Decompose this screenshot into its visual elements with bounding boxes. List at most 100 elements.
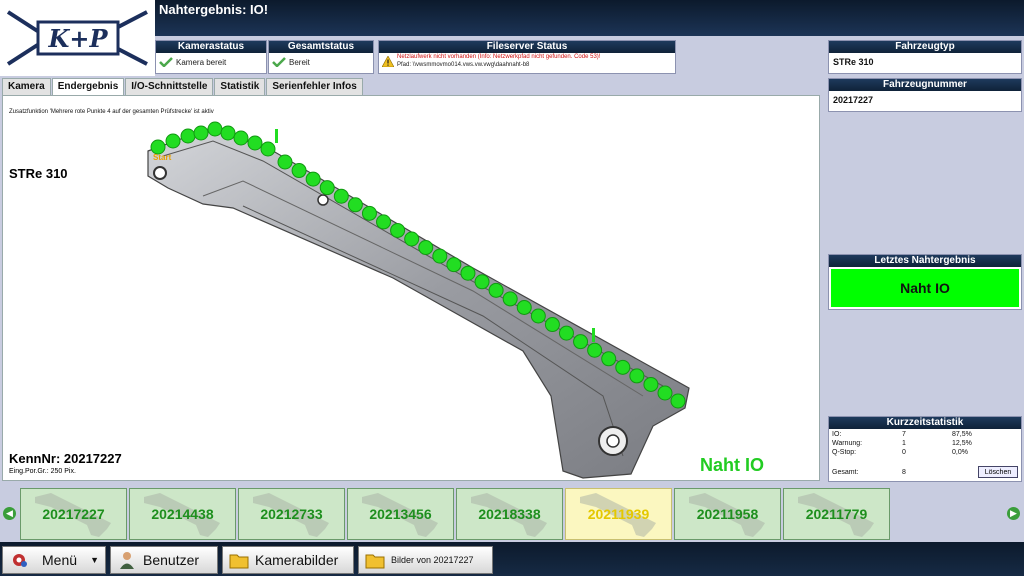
loeschen-button[interactable]: Löschen — [978, 466, 1018, 478]
thumbnail-label: 20212733 — [260, 506, 323, 522]
title-bar: Nahtergebnis: IO! — [155, 0, 1024, 36]
menu-label: Menü — [42, 552, 78, 568]
fileserver-path: Pfad: \\vwsmmovmo014.vws.vw.vwg\daahnaht… — [397, 62, 530, 68]
stat-row-warnung: Warnung: 1 12,5% — [832, 440, 1018, 449]
bilder-von-button[interactable]: Bilder von 20217227 — [358, 546, 493, 574]
kamerastatus-text: Kamera bereit — [176, 57, 227, 67]
seam-dot — [376, 214, 392, 230]
thumbnail-item[interactable]: 20213456 — [347, 488, 454, 540]
seam-dot — [601, 351, 617, 367]
thumbnail-label: 20217227 — [42, 506, 105, 522]
thumbnail-label: 20218338 — [478, 506, 541, 522]
seam-dot — [333, 188, 349, 204]
logo-text: K+P — [47, 24, 108, 53]
thumbnail-label: 20214438 — [151, 506, 214, 522]
seam-dot — [432, 248, 448, 264]
letztes-nahtergebnis-title: Letztes Nahtergebnis — [829, 255, 1021, 267]
seam-dot — [180, 128, 196, 144]
scroll-right-icon[interactable]: ▶ — [1007, 507, 1020, 520]
menu-button[interactable]: Menü ▼ — [2, 546, 106, 574]
user-icon — [120, 552, 134, 569]
thumbnail-item[interactable]: 20217227 — [20, 488, 127, 540]
seam-dot — [573, 334, 589, 350]
thumbnail-label: 20213456 — [369, 506, 432, 522]
seam-dot — [587, 342, 603, 358]
fileserver-title: Fileserver Status — [379, 41, 675, 53]
seam-dot — [474, 274, 490, 290]
stat-row-gesamt: Gesamt: 8 — [832, 469, 906, 476]
fahrzeugtyp-title: Fahrzeugtyp — [829, 41, 1021, 53]
tab-kamera[interactable]: Kamera — [2, 78, 51, 95]
stat-label: IO: — [832, 431, 842, 438]
seam-dot — [404, 231, 420, 247]
tab-statistik[interactable]: Statistik — [214, 78, 266, 95]
gesamtstatus-panel: Gesamtstatus Bereit — [268, 40, 374, 74]
thumbnail-item[interactable]: 20214438 — [129, 488, 236, 540]
seam-dot — [165, 133, 181, 149]
kp-logo: K+P — [0, 0, 155, 76]
thumbnail-item[interactable]: 20218338 — [456, 488, 563, 540]
letztes-nahtergebnis-value: Naht IO — [831, 269, 1019, 307]
seam-dot — [150, 139, 166, 155]
tab-io-schnittstelle[interactable]: I/O-Schnittstelle — [125, 78, 214, 95]
folder-icon — [229, 554, 249, 569]
thumbnail-label: 20211958 — [696, 506, 759, 522]
kamerastatus-panel: Kamerastatus Kamera bereit — [155, 40, 267, 74]
seam-dot — [347, 197, 363, 213]
seam-dot — [558, 325, 574, 341]
stat-count: 0 — [902, 449, 906, 456]
kurzzeitstatistik-panel: Kurzzeitstatistik IO: 7 87,5% Warnung: 1… — [828, 416, 1022, 482]
eing-label: Eing.Por.Gr.: 250 Pix. — [9, 468, 76, 475]
tab-bar: Kamera Endergebnis I/O-Schnittstelle Sta… — [2, 78, 364, 96]
seam-dot — [390, 222, 406, 238]
fahrzeugnummer-title: Fahrzeugnummer — [829, 79, 1021, 91]
seam-dot — [361, 205, 377, 221]
thumbnail-item[interactable]: 20212733 — [238, 488, 345, 540]
kennnr-label: KennNr: 20217227 — [9, 451, 122, 466]
check-icon — [159, 57, 173, 67]
kamerabilder-button[interactable]: Kamerabilder — [222, 546, 354, 574]
seam-dot — [233, 130, 249, 146]
benutzer-button[interactable]: Benutzer — [110, 546, 218, 574]
stat-pct: 0,0% — [952, 449, 968, 456]
naht-result: Naht IO — [700, 455, 765, 475]
stat-count: 7 — [902, 431, 906, 438]
seam-dot — [305, 171, 321, 187]
bilder-von-label: Bilder von 20217227 — [391, 555, 474, 565]
fahrzeugtyp-panel: Fahrzeugtyp STRe 310 — [828, 40, 1022, 74]
thumbnail-item[interactable]: 20211779 — [783, 488, 890, 540]
thumbnail-strip: ◀ 20217227 20214438 20212733 20213456 202183… — [0, 484, 1024, 542]
benutzer-label: Benutzer — [143, 552, 200, 568]
seam-dot — [670, 393, 686, 409]
tab-serienfehler-infos[interactable]: Serienfehler Infos — [266, 78, 363, 95]
scroll-left-icon[interactable]: ◀ — [3, 507, 16, 520]
seam-dot — [418, 240, 434, 256]
thumbnail-item[interactable]: 20211939 — [565, 488, 672, 540]
seam-dot — [277, 154, 293, 170]
seam-dot — [643, 376, 659, 392]
stat-count: 1 — [902, 440, 906, 447]
tab-endergebnis[interactable]: Endergebnis — [51, 78, 125, 96]
stat-pct: 12,5% — [952, 440, 972, 447]
thumbnail-item[interactable]: 20211958 — [674, 488, 781, 540]
seam-dot — [247, 135, 263, 151]
fahrzeugtyp-value: STRe 310 — [833, 57, 874, 67]
check-icon — [272, 57, 286, 67]
result-view: Zusatzfunktion 'Mehrere rote Punkte 4 au… — [2, 95, 820, 481]
seam-dot — [657, 385, 673, 401]
kamerastatus-title: Kamerastatus — [156, 41, 266, 53]
thumbnail-label: 20211779 — [805, 506, 868, 522]
stat-row-qstop: Q-Stop: 0 0,0% — [832, 449, 1018, 458]
seam-dot — [629, 368, 645, 384]
part-body — [147, 128, 690, 479]
seam-dot — [516, 299, 532, 315]
seam-dot — [502, 291, 518, 307]
folder-icon — [365, 554, 385, 569]
gesamtstatus-text: Bereit — [289, 57, 310, 67]
footer-bar: Menü ▼ Benutzer Kamerabilder Bilder von … — [0, 542, 1024, 576]
seam-dot — [220, 125, 236, 141]
seam-marker-end — [592, 328, 595, 342]
seam-dot — [260, 141, 276, 157]
seam-dot — [193, 125, 209, 141]
warning-icon — [382, 55, 394, 67]
